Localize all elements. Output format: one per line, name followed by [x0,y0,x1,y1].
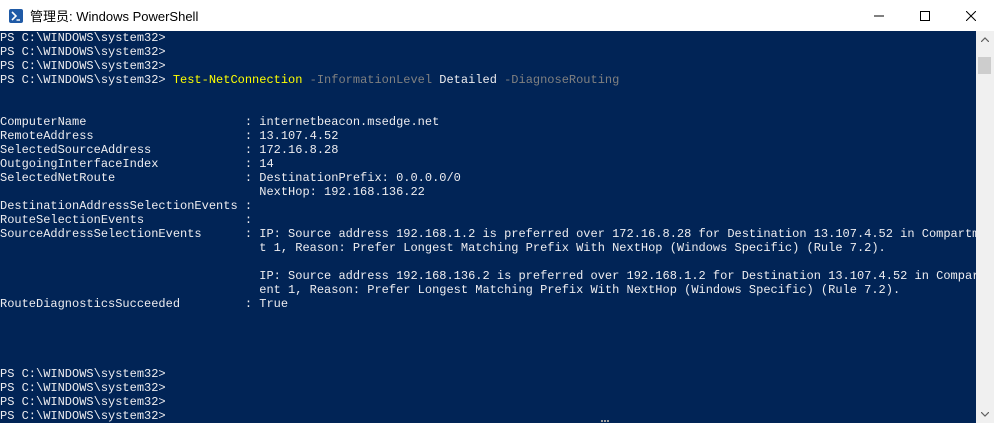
output-line: t 1, Reason: Prefer Longest Matching Pre… [0,241,886,255]
title-bar[interactable]: 管理员: Windows PowerShell [0,0,994,31]
output-line: SourceAddressSelectionEvents : IP: Sourc… [0,227,976,241]
prompt-line: PS C:\WINDOWS\system32> [0,409,166,423]
close-button[interactable] [948,0,994,31]
command-line: PS C:\WINDOWS\system32> Test-NetConnecti… [0,73,976,87]
vertical-scrollbar[interactable] [976,31,994,423]
scroll-down-button[interactable] [976,406,994,423]
powershell-window: 管理员: Windows PowerShell PS C:\WINDOWS\sy… [0,0,994,423]
minimize-icon [874,15,884,16]
output-line: SelectedNetRoute : DestinationPrefix: 0.… [0,171,461,185]
powershell-icon [9,8,23,23]
output-line: ComputerName : internetbeacon.msedge.net [0,115,440,129]
argument-detailed: Detailed [432,73,497,87]
output-line: RemoteAddress : 13.107.4.52 [0,129,339,143]
output-line: RouteDiagnosticsSucceeded : True [0,297,289,311]
window-title: 管理员: Windows PowerShell [30,9,199,24]
command-prompt: PS C:\WINDOWS\system32> [0,73,173,87]
prompt-line: PS C:\WINDOWS\system32> [0,367,166,381]
prompt-line: PS C:\WINDOWS\system32> [0,45,166,59]
grip-icon [601,420,609,422]
prompt-line: PS C:\WINDOWS\system32> [0,395,166,409]
prompt-line: PS C:\WINDOWS\system32> [0,31,166,45]
output-line: RouteSelectionEvents : [0,213,253,227]
parameter-information-level: -InformationLevel [302,73,433,87]
console-output[interactable]: PS C:\WINDOWS\system32> PS C:\WINDOWS\sy… [0,31,976,423]
close-icon [966,10,976,21]
output-line: SelectedSourceAddress : 172.16.8.28 [0,143,339,157]
chevron-up-icon [981,37,989,42]
scroll-up-button[interactable] [976,31,994,48]
output-line: DestinationAddressSelectionEvents : [0,199,253,213]
output-line: NextHop: 192.168.136.22 [0,185,425,199]
maximize-icon [920,10,930,21]
prompt-line: PS C:\WINDOWS\system32> [0,381,166,395]
output-line: OutgoingInterfaceIndex : 14 [0,157,274,171]
prompt-line: PS C:\WINDOWS\system32> [0,59,166,73]
chevron-down-icon [981,412,989,417]
output-line: IP: Source address 192.168.136.2 is pref… [0,269,976,283]
cmdlet-name: Test-NetConnection [172,73,303,87]
maximize-button[interactable] [902,0,948,31]
output-line: ent 1, Reason: Prefer Longest Matching P… [0,283,901,297]
scroll-thumb[interactable] [978,57,991,74]
parameter-diagnose-routing: -DiagnoseRouting [496,73,620,87]
minimize-button[interactable] [856,0,902,31]
